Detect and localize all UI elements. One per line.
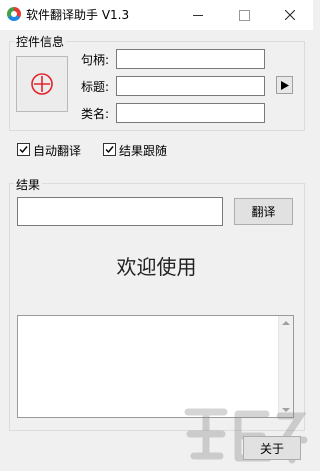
close-icon xyxy=(285,10,295,20)
follow-result-label[interactable]: 结果跟随 xyxy=(119,142,167,159)
checkmark-icon xyxy=(19,146,28,154)
scroll-up-icon[interactable] xyxy=(282,321,290,325)
translate-button[interactable]: 翻译 xyxy=(234,198,293,225)
auto-translate-label[interactable]: 自动翻译 xyxy=(33,142,81,159)
crosshair-icon xyxy=(31,73,53,95)
app-logo-icon xyxy=(7,7,21,21)
follow-result-checkbox[interactable] xyxy=(103,143,116,156)
title-field[interactable] xyxy=(116,76,265,96)
class-name-label: 类名: xyxy=(81,107,110,121)
handle-label: 句柄: xyxy=(81,53,110,67)
expand-button[interactable] xyxy=(276,76,293,94)
target-finder[interactable] xyxy=(16,56,68,112)
minimize-icon xyxy=(193,14,203,16)
play-arrow-icon xyxy=(280,80,289,90)
maximize-icon xyxy=(238,9,250,21)
about-button[interactable]: 关于 xyxy=(243,436,301,460)
window-title: 软件翻译助手 V1.3 xyxy=(26,8,130,22)
class-name-field[interactable] xyxy=(116,103,265,123)
auto-translate-checkbox[interactable] xyxy=(17,143,30,156)
close-button[interactable] xyxy=(267,0,313,30)
result-group-label: 结果 xyxy=(14,176,43,193)
maximize-button[interactable] xyxy=(221,0,267,30)
handle-field[interactable] xyxy=(116,49,265,69)
title-label: 标题: xyxy=(81,80,110,94)
output-text xyxy=(18,316,293,320)
welcome-text: 欢迎使用 xyxy=(116,255,197,279)
minimize-button[interactable] xyxy=(175,0,221,30)
vertical-scrollbar[interactable] xyxy=(278,316,293,417)
control-info-group-label: 控件信息 xyxy=(14,33,67,50)
result-input[interactable] xyxy=(17,197,223,226)
title-bar: 软件翻译助手 V1.3 xyxy=(0,0,313,30)
output-textarea[interactable] xyxy=(17,315,294,418)
checkmark-icon xyxy=(105,146,114,154)
